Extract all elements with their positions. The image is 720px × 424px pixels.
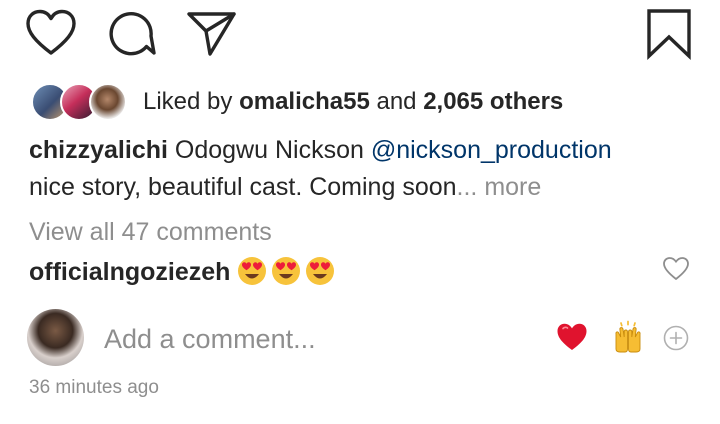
caption-mention[interactable]: @nickson_production bbox=[371, 136, 612, 164]
quick-reaction-raising-hands-button[interactable] bbox=[611, 320, 645, 354]
add-comment-input[interactable] bbox=[104, 322, 524, 356]
heart-eyes-emoji-icon bbox=[306, 257, 335, 285]
more-reactions-button[interactable] bbox=[663, 325, 689, 351]
caption-more-link[interactable]: more bbox=[477, 173, 541, 201]
heart-eyes-emoji-icon bbox=[238, 257, 267, 285]
liked-by-avatars[interactable] bbox=[31, 83, 129, 121]
current-user-avatar bbox=[27, 309, 84, 366]
comment-button[interactable] bbox=[106, 8, 158, 60]
heart-icon bbox=[26, 9, 76, 55]
comment-like-button[interactable] bbox=[662, 256, 690, 282]
view-all-comments-link[interactable]: View all 47 comments bbox=[29, 217, 272, 247]
save-button[interactable] bbox=[645, 8, 693, 60]
comment-row: officialngoziezeh bbox=[29, 255, 339, 289]
caption-line-2: nice story, beautiful cast. Coming soon.… bbox=[29, 172, 541, 202]
likes-others-link[interactable]: 2,065 others bbox=[423, 88, 563, 115]
caption-username[interactable]: chizzyalichi bbox=[29, 136, 168, 164]
caption-text-continued: nice story, beautiful cast. Coming soon bbox=[29, 173, 457, 201]
commenter-username[interactable]: officialngoziezeh bbox=[29, 258, 230, 286]
liker-avatar bbox=[89, 83, 127, 121]
likes-summary: Liked by omalicha55 and 2,065 others bbox=[143, 88, 563, 116]
share-button[interactable] bbox=[186, 8, 238, 60]
likes-prefix: Liked by bbox=[143, 88, 240, 115]
bookmark-icon bbox=[647, 9, 691, 60]
quick-reaction-heart-button[interactable] bbox=[556, 322, 588, 352]
red-heart-icon bbox=[557, 323, 587, 350]
like-button[interactable] bbox=[25, 8, 77, 60]
heart-icon bbox=[663, 257, 689, 280]
comment-bubble-icon bbox=[109, 12, 156, 56]
heart-eyes-emoji-icon bbox=[272, 257, 301, 285]
caption-ellipsis: ... bbox=[456, 173, 478, 201]
comment-emoji-group bbox=[237, 257, 339, 286]
liked-by-username[interactable]: omalicha55 bbox=[239, 88, 370, 115]
likes-middle: and bbox=[369, 88, 424, 115]
post-timestamp: 36 minutes ago bbox=[29, 377, 159, 398]
raising-hands-icon bbox=[615, 320, 641, 353]
paper-plane-icon bbox=[187, 12, 236, 56]
caption-text: Odogwu Nickson bbox=[167, 136, 371, 164]
add-circle-icon bbox=[663, 325, 689, 351]
caption-line-1: chizzyalichi Odogwu Nickson @nickson_pro… bbox=[29, 135, 612, 165]
